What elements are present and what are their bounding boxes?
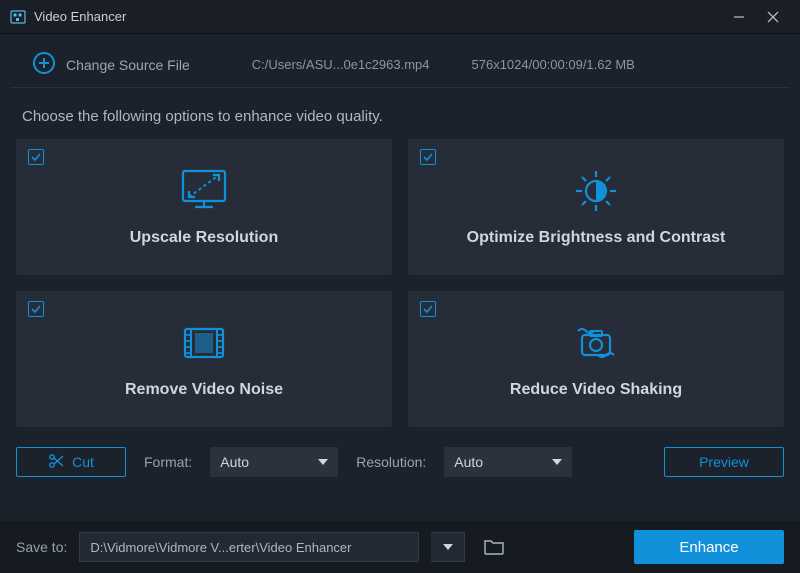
footer: Save to: D:\Vidmore\Vidmore V...erter\Vi… — [0, 521, 800, 573]
option-reduce-shaking[interactable]: Reduce Video Shaking — [408, 291, 784, 427]
resolution-label: Resolution: — [356, 454, 426, 470]
preview-button[interactable]: Preview — [664, 447, 784, 477]
save-path-field[interactable]: D:\Vidmore\Vidmore V...erter\Video Enhan… — [79, 532, 419, 562]
option-label: Optimize Brightness and Contrast — [467, 229, 726, 247]
change-source-button[interactable]: Change Source File — [32, 51, 190, 78]
change-source-label: Change Source File — [66, 57, 190, 73]
resolution-select[interactable]: Auto — [444, 447, 572, 477]
option-label: Upscale Resolution — [130, 229, 278, 247]
folder-icon — [484, 539, 504, 555]
checkbox-icon[interactable] — [28, 149, 44, 165]
format-select[interactable]: Auto — [210, 447, 338, 477]
save-to-label: Save to: — [16, 539, 67, 555]
options-grid: Upscale Resolution Optimize Brightness a… — [0, 139, 800, 427]
checkbox-icon[interactable] — [28, 301, 44, 317]
checkbox-icon[interactable] — [420, 149, 436, 165]
save-path-value: D:\Vidmore\Vidmore V...erter\Video Enhan… — [90, 540, 351, 555]
option-remove-noise[interactable]: Remove Video Noise — [16, 291, 392, 427]
cut-label: Cut — [72, 454, 94, 470]
format-label: Format: — [144, 454, 192, 470]
option-optimize-brightness[interactable]: Optimize Brightness and Contrast — [408, 139, 784, 275]
controls-row: Cut Format: Auto Resolution: Auto Previe… — [0, 427, 800, 477]
chevron-down-icon — [443, 544, 453, 550]
source-meta: 576x1024/00:00:09/1.62 MB — [472, 57, 635, 72]
source-row: Change Source File C:/Users/ASU...0e1c29… — [10, 42, 790, 88]
enhance-button[interactable]: Enhance — [634, 530, 784, 564]
scissors-icon — [48, 453, 64, 472]
camera-shake-icon — [566, 319, 626, 367]
enhance-label: Enhance — [679, 539, 738, 556]
save-path-dropdown[interactable] — [431, 532, 465, 562]
monitor-upscale-icon — [177, 167, 231, 215]
minimize-button[interactable] — [722, 0, 756, 34]
film-noise-icon — [177, 319, 231, 367]
close-button[interactable] — [756, 0, 790, 34]
titlebar: Video Enhancer — [0, 0, 800, 34]
option-upscale-resolution[interactable]: Upscale Resolution — [16, 139, 392, 275]
checkbox-icon[interactable] — [420, 301, 436, 317]
plus-circle-icon — [32, 51, 56, 78]
option-label: Reduce Video Shaking — [510, 381, 682, 399]
source-path: C:/Users/ASU...0e1c2963.mp4 — [252, 57, 430, 72]
format-value: Auto — [220, 454, 249, 470]
chevron-down-icon — [552, 459, 562, 465]
chevron-down-icon — [318, 459, 328, 465]
brightness-icon — [569, 167, 623, 215]
instruction-text: Choose the following options to enhance … — [0, 88, 800, 139]
resolution-value: Auto — [454, 454, 483, 470]
option-label: Remove Video Noise — [125, 381, 283, 399]
app-icon — [10, 9, 26, 25]
cut-button[interactable]: Cut — [16, 447, 126, 477]
app-title: Video Enhancer — [34, 9, 126, 24]
open-folder-button[interactable] — [477, 532, 511, 562]
preview-label: Preview — [699, 454, 749, 470]
